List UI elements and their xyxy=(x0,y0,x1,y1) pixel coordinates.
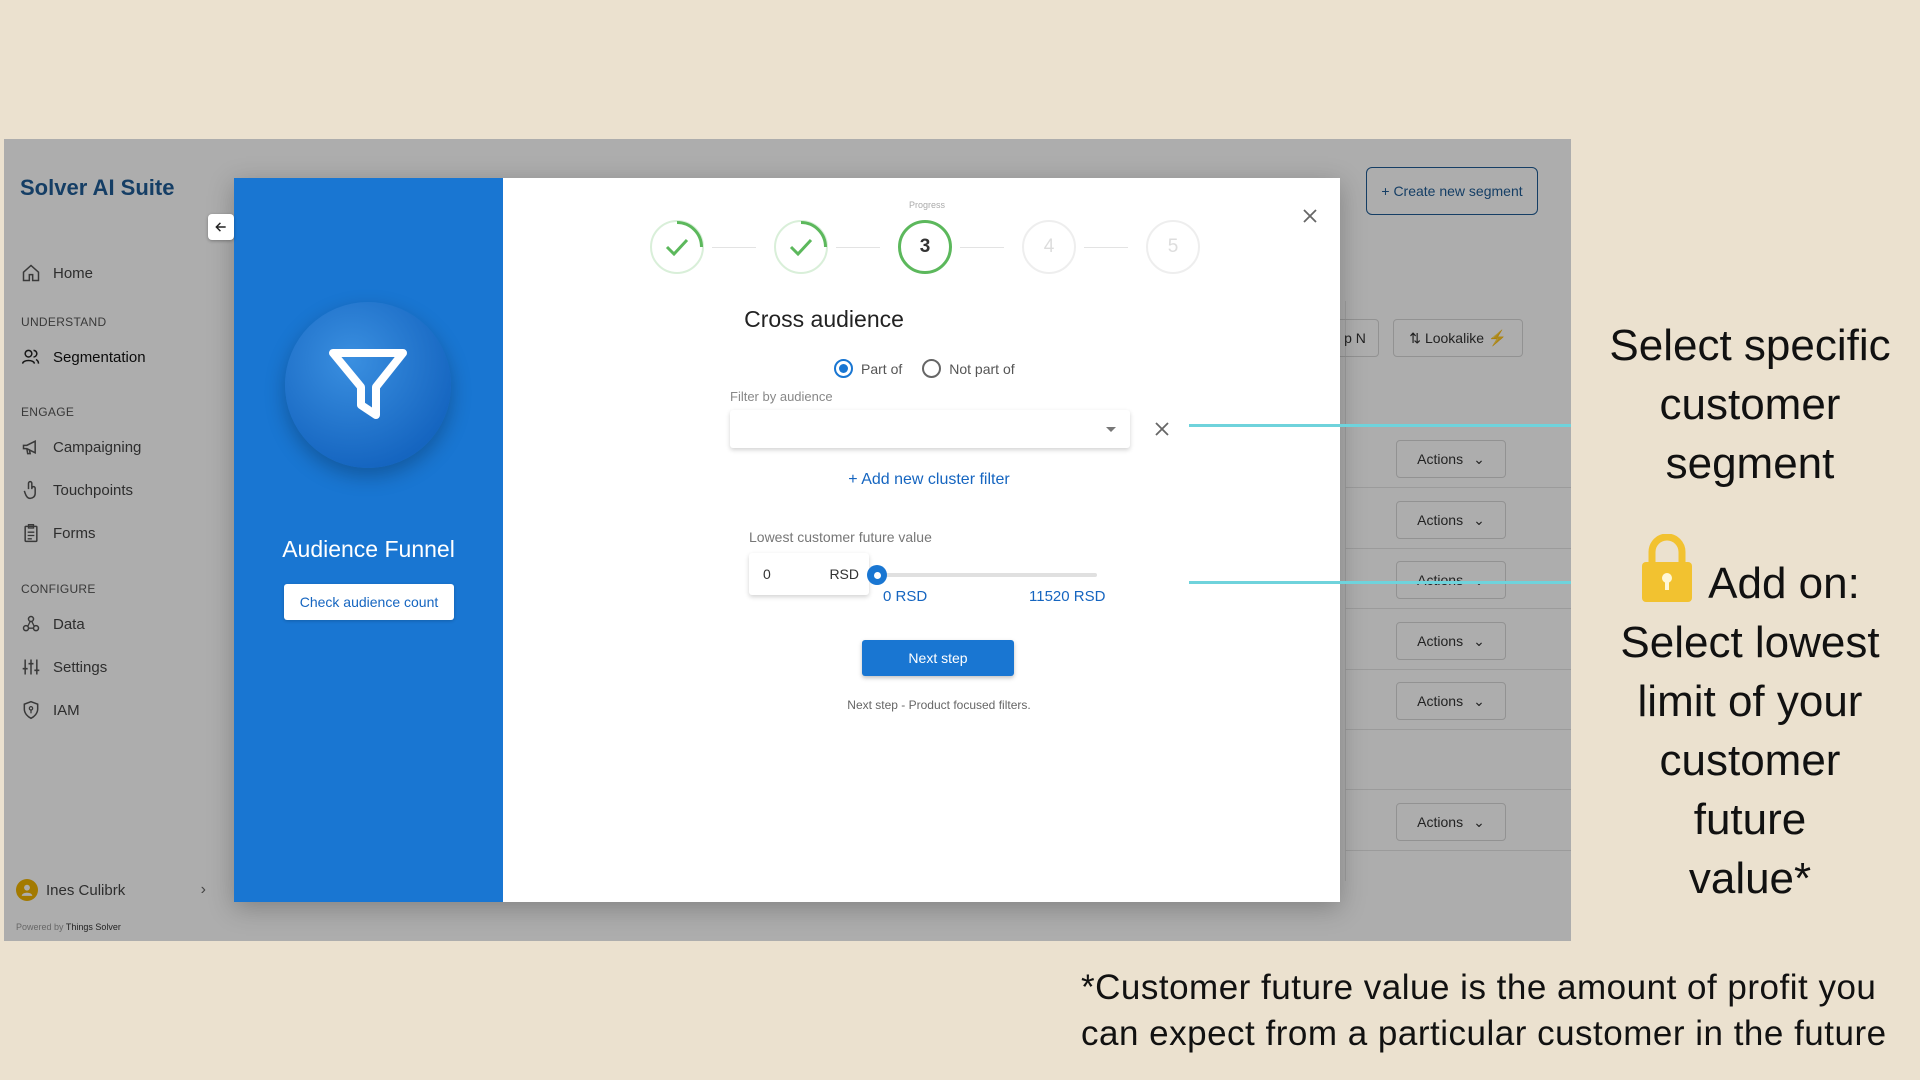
progress-step-2 xyxy=(774,220,828,274)
lowest-cfv-label: Lowest customer future value xyxy=(749,529,932,545)
annotation-line: customer xyxy=(1659,736,1841,785)
progress-step-5: 5 xyxy=(1146,220,1200,274)
check-icon xyxy=(665,220,703,256)
annotation-line: customer xyxy=(1659,380,1841,429)
footnote: *Customer future value is the amount of … xyxy=(1081,965,1887,1057)
annotation-segment: Select specific customer segment xyxy=(1590,316,1910,493)
arrow-left-icon xyxy=(215,222,226,232)
cfv-value: 0 xyxy=(763,566,771,582)
funnel-icon xyxy=(329,349,407,419)
radio-not-part-of[interactable]: Not part of xyxy=(922,359,1015,378)
funnel-badge xyxy=(285,302,451,468)
cfv-value-input[interactable]: 0 RSD xyxy=(749,553,869,595)
progress-label: Progress xyxy=(909,200,946,210)
audience-mode-radio-group: Part of Not part of xyxy=(834,359,1015,378)
collapse-sidebar-button[interactable] xyxy=(208,214,234,240)
annotation-addon: Add on: Select lowest limit of your cust… xyxy=(1590,534,1910,908)
cfv-unit: RSD xyxy=(829,566,859,582)
progress-step-3: 3 xyxy=(898,220,952,274)
slider-handle[interactable] xyxy=(867,565,887,585)
progress-step-number: 3 xyxy=(919,236,931,257)
progress-connector xyxy=(836,247,880,248)
radio-indicator xyxy=(922,359,942,378)
check-icon xyxy=(789,220,827,256)
radio-label: Part of xyxy=(861,360,903,377)
audience-funnel-modal: Audience Funnel Check audience count Pro… xyxy=(234,178,1340,902)
filter-by-audience-label: Filter by audience xyxy=(730,389,833,404)
annotation-pointer-segment xyxy=(1189,424,1571,427)
annotation-line: segment xyxy=(1665,439,1835,488)
caret-down-icon xyxy=(1106,427,1116,432)
check-audience-count-button[interactable]: Check audience count xyxy=(284,584,454,620)
slider-min-label: 0 RSD xyxy=(883,588,928,605)
funnel-title: Audience Funnel xyxy=(282,536,455,562)
annotation-line: Select lowest xyxy=(1620,618,1880,667)
annotation-line: future xyxy=(1693,795,1807,844)
app-screenshot: Solver AI Suite Home UNDERSTAND Segmenta… xyxy=(4,139,1571,941)
close-icon[interactable] xyxy=(1300,206,1320,226)
progress-connector xyxy=(712,247,756,248)
progress-connector xyxy=(1084,247,1128,248)
cfv-slider[interactable] xyxy=(867,565,1097,585)
modal-title: Cross audience xyxy=(744,306,904,332)
progress-connector xyxy=(960,247,1004,248)
annotation-addon-heading: Add on: xyxy=(1708,559,1860,608)
audience-select[interactable] xyxy=(730,410,1130,448)
annotation-line: Add on: xyxy=(1590,534,1910,613)
progress-step-number: 4 xyxy=(1043,236,1055,257)
radio-part-of[interactable]: Part of xyxy=(834,359,902,378)
lock-icon xyxy=(1642,534,1693,602)
progress-step-1 xyxy=(650,220,704,274)
slider-max-label: 11520 RSD xyxy=(1029,588,1106,605)
annotation-line: limit of your xyxy=(1637,677,1863,726)
next-step-hint: Next step - Product focused filters. xyxy=(847,698,1031,712)
radio-indicator xyxy=(834,359,853,378)
footnote-line: *Customer future value is the amount of … xyxy=(1081,968,1877,1007)
radio-label: Not part of xyxy=(949,360,1015,377)
annotation-line: value* xyxy=(1688,854,1812,903)
progress-step-4: 4 xyxy=(1022,220,1076,274)
next-step-button[interactable]: Next step xyxy=(862,640,1014,676)
modal-side-panel: Audience Funnel Check audience count xyxy=(234,178,503,902)
clear-filter-icon[interactable] xyxy=(1153,420,1171,438)
add-cluster-filter-link[interactable]: + Add new cluster filter xyxy=(814,471,1044,489)
annotation-pointer-value xyxy=(1189,581,1571,584)
progress-step-number: 5 xyxy=(1167,236,1179,257)
footnote-line: can expect from a particular customer in… xyxy=(1081,1014,1887,1053)
annotation-line: Select specific xyxy=(1609,321,1891,370)
